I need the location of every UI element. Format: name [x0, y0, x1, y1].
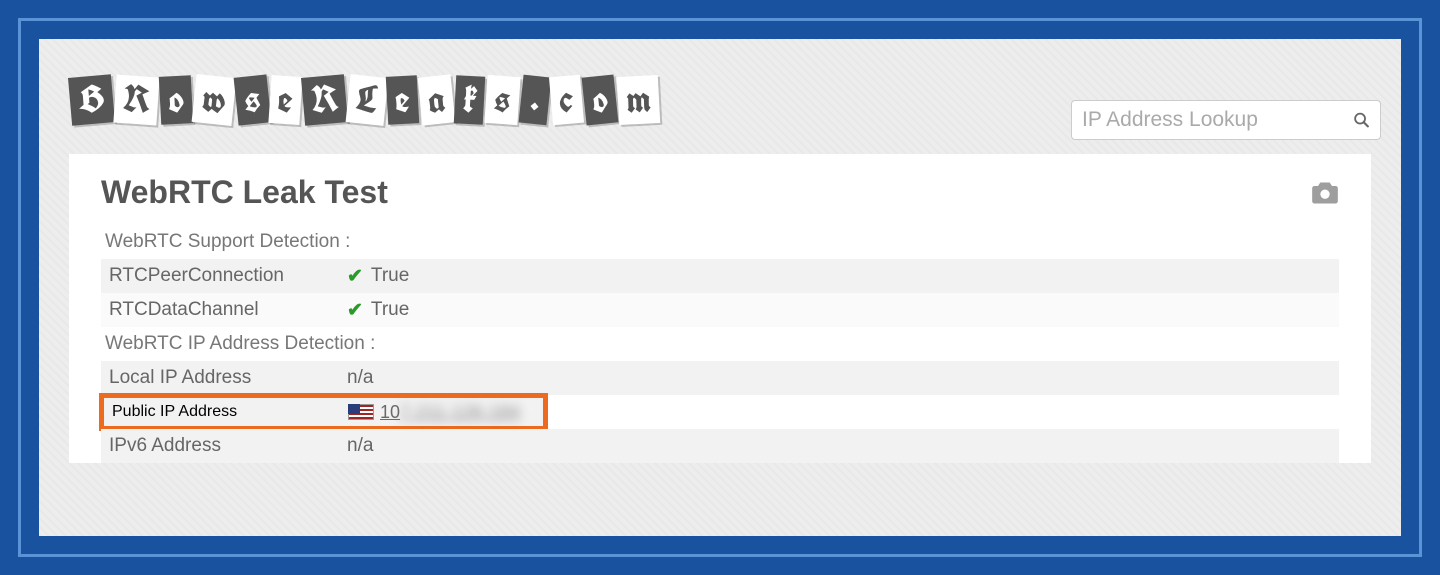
row-label: IPv6 Address — [101, 435, 347, 457]
row-label: RTCPeerConnection — [101, 265, 347, 287]
title-row: WebRTC Leak Test — [101, 174, 1339, 211]
logo-tile: e — [269, 75, 303, 125]
us-flag-icon — [348, 404, 374, 420]
search-icon[interactable] — [1353, 107, 1370, 133]
page-container: B R o w s e R L e a k s . c o m — [39, 39, 1401, 536]
logo-tile: R — [301, 74, 348, 125]
site-logo[interactable]: B R o w s e R L e a k s . c o m — [69, 76, 660, 124]
logo-tile: R — [113, 74, 159, 125]
row-label: Public IP Address — [104, 403, 348, 421]
logo-tile: m — [617, 75, 661, 125]
ip-table: Local IP Address n/a Public IP Address 1… — [101, 361, 1339, 463]
row-value: 107.211.126.184 — [348, 402, 543, 423]
content-card: WebRTC Leak Test WebRTC Support Detectio… — [69, 154, 1371, 463]
logo-tile: o — [158, 75, 192, 125]
logo-tile: s — [233, 74, 270, 125]
table-row: IPv6 Address n/a — [101, 429, 1339, 463]
highlighted-row: Public IP Address 107.211.126.184 — [99, 393, 548, 431]
logo-tile: s — [485, 74, 521, 124]
row-value-text: True — [371, 299, 409, 321]
logo-tile: L — [345, 74, 387, 126]
table-row: Local IP Address n/a — [101, 361, 1339, 395]
row-value-text: True — [371, 265, 409, 287]
ip-visible-part: 10 — [380, 402, 400, 422]
public-ip-link[interactable]: 107.211.126.184 — [380, 402, 520, 423]
logo-tile: k — [454, 75, 486, 124]
section-label-ip: WebRTC IP Address Detection : — [101, 327, 1339, 361]
row-value: n/a — [347, 435, 1339, 457]
logo-tile: . — [519, 74, 552, 124]
ip-blurred-part: 7.211.126.184 — [400, 402, 520, 422]
page-title: WebRTC Leak Test — [101, 174, 388, 211]
logo-tile: c — [549, 74, 584, 124]
row-value: ✔ True — [347, 265, 1339, 288]
outer-frame: B R o w s e R L e a k s . c o m — [18, 18, 1422, 557]
logo-tile: B — [68, 74, 115, 125]
table-row: RTCPeerConnection ✔ True — [101, 259, 1339, 293]
table-row: RTCDataChannel ✔ True — [101, 293, 1339, 327]
logo-tile: a — [418, 74, 456, 125]
support-table: RTCPeerConnection ✔ True RTCDataChannel … — [101, 259, 1339, 327]
logo-tile: o — [582, 74, 619, 125]
search-box[interactable] — [1071, 100, 1381, 140]
row-label: RTCDataChannel — [101, 299, 347, 321]
logo-tile: e — [386, 75, 419, 124]
row-value: ✔ True — [347, 299, 1339, 322]
camera-icon[interactable] — [1311, 181, 1339, 205]
section-label-support: WebRTC Support Detection : — [101, 225, 1339, 259]
logo-tile: w — [191, 74, 236, 126]
check-icon: ✔ — [347, 299, 363, 322]
page-header: B R o w s e R L e a k s . c o m — [39, 39, 1401, 154]
row-label: Local IP Address — [101, 367, 347, 389]
check-icon: ✔ — [347, 265, 363, 288]
row-value: n/a — [347, 367, 1339, 389]
search-input[interactable] — [1082, 108, 1353, 132]
